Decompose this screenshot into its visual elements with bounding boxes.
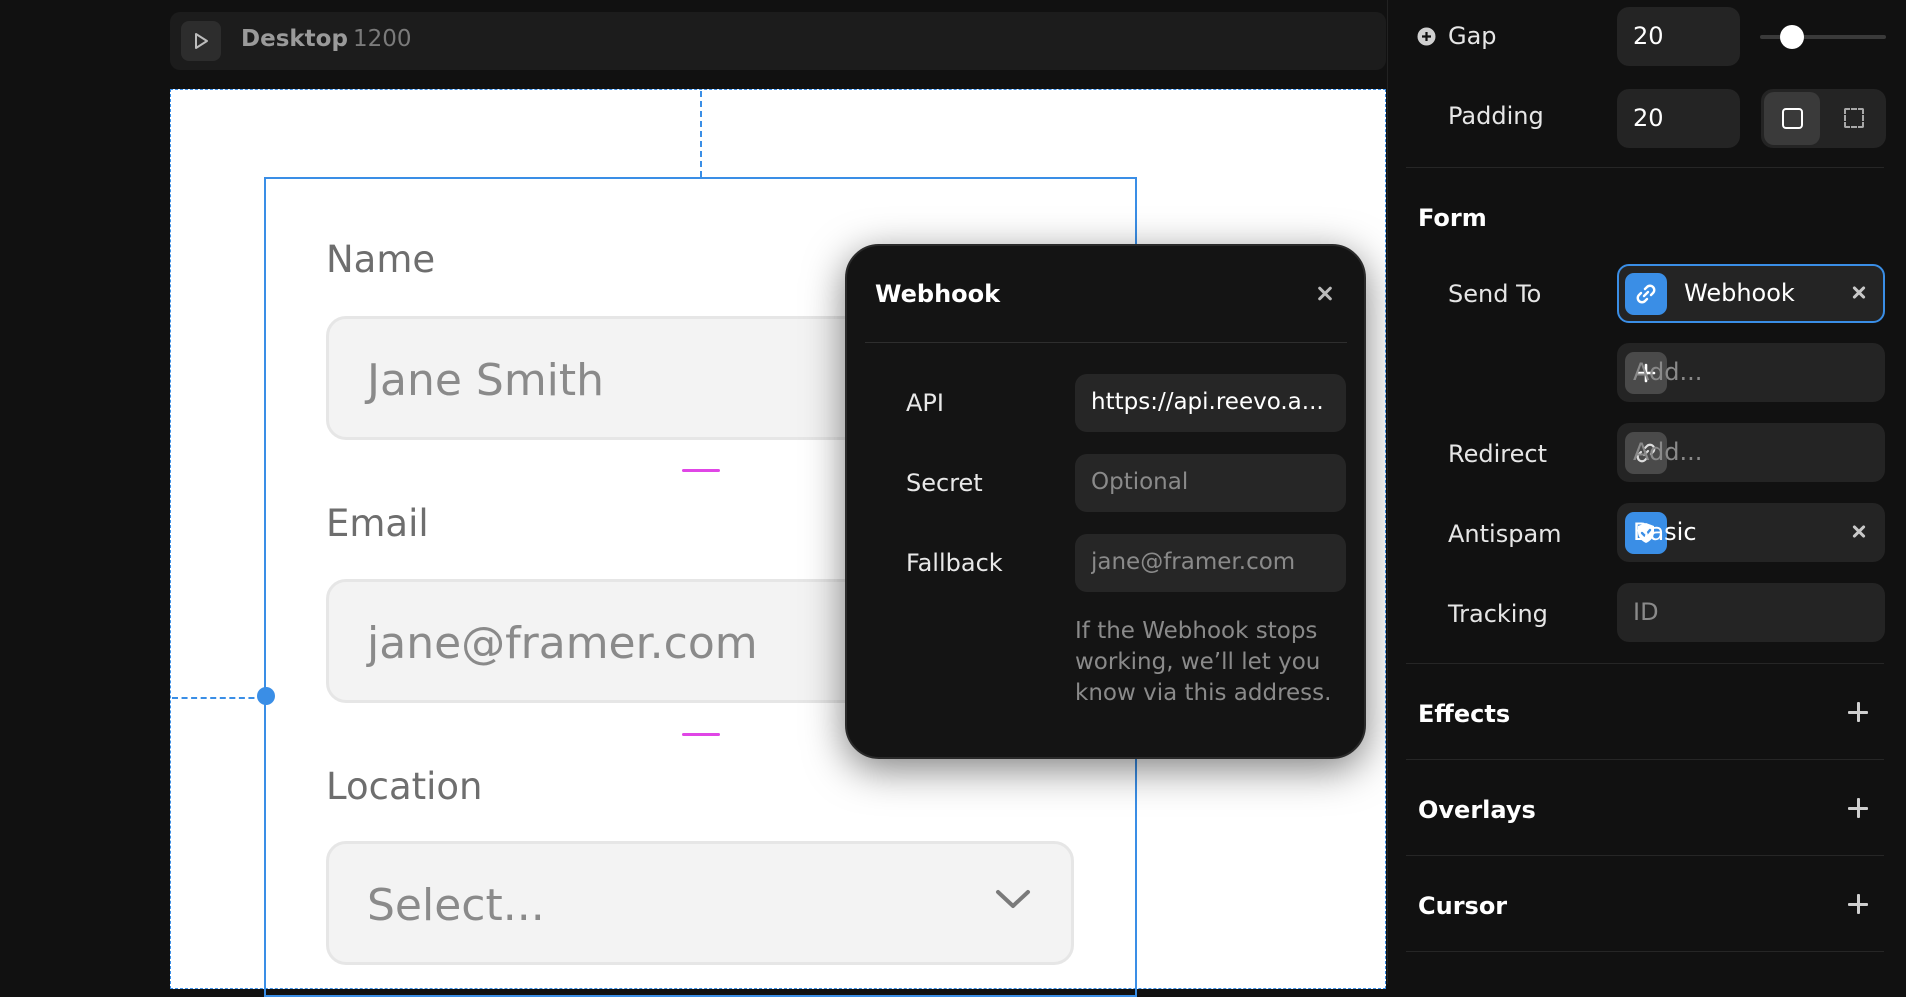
location-select[interactable]: Select...: [326, 841, 1074, 965]
name-input-placeholder: Jane Smith: [367, 355, 605, 406]
padding-mode-toggle[interactable]: [1761, 89, 1886, 148]
tracking-input[interactable]: ID: [1617, 583, 1885, 642]
divider: [1406, 759, 1884, 760]
gap-indicator: [682, 733, 720, 736]
close-icon[interactable]: [1849, 522, 1869, 542]
divider: [1406, 167, 1884, 168]
add-destination-field[interactable]: Add...: [1617, 343, 1885, 402]
gap-input[interactable]: 20: [1617, 7, 1740, 66]
redirect-label: Redirect: [1448, 440, 1547, 468]
email-field-label: Email: [326, 502, 429, 545]
add-circle-icon[interactable]: [1417, 27, 1436, 46]
form-section-title: Form: [1418, 204, 1487, 232]
fallback-label: Fallback: [906, 549, 1003, 577]
gap-slider-handle[interactable]: [1780, 25, 1804, 49]
redirect-field[interactable]: Add...: [1617, 423, 1885, 482]
gap-slider-track[interactable]: [1760, 35, 1886, 39]
padding-input[interactable]: 20: [1617, 89, 1740, 148]
resize-handle[interactable]: [257, 687, 275, 705]
breakpoint-name[interactable]: Desktop: [241, 26, 348, 52]
secret-input-placeholder: Optional: [1091, 469, 1189, 495]
add-cursor-plus-icon[interactable]: [1848, 894, 1868, 914]
send-to-value: Webhook: [1684, 279, 1795, 307]
add-destination-placeholder: Add...: [1633, 358, 1703, 386]
play-icon: [195, 33, 208, 49]
layout-guide-vertical: [700, 91, 702, 177]
add-effect-plus-icon[interactable]: [1848, 702, 1868, 722]
gap-indicator: [682, 469, 720, 472]
cursor-section-title[interactable]: Cursor: [1418, 892, 1507, 920]
location-field-label: Location: [326, 765, 483, 808]
overlays-section-title[interactable]: Overlays: [1418, 796, 1536, 824]
add-overlay-plus-icon[interactable]: [1848, 798, 1868, 818]
chevron-down-icon: [996, 890, 1030, 908]
link-icon: [1625, 273, 1667, 315]
gap-value: 20: [1633, 22, 1664, 50]
square-icon: [1782, 108, 1803, 129]
api-input-value: https://api.reevo.a...: [1091, 389, 1324, 415]
fallback-input[interactable]: jane@framer.com: [1075, 534, 1346, 592]
dashed-square-icon: [1844, 108, 1864, 128]
api-label: API: [906, 389, 944, 417]
api-input[interactable]: https://api.reevo.a...: [1075, 374, 1346, 432]
gap-label: Gap: [1448, 22, 1497, 50]
fallback-input-placeholder: jane@framer.com: [1091, 549, 1296, 575]
tracking-label: Tracking: [1448, 600, 1548, 628]
layout-guide-horizontal: [172, 697, 264, 699]
location-select-placeholder: Select...: [367, 880, 545, 931]
name-field-label: Name: [326, 238, 436, 281]
antispam-label: Antispam: [1448, 520, 1562, 548]
redirect-placeholder: Add...: [1633, 438, 1703, 466]
divider: [1406, 663, 1884, 664]
popover-title: Webhook: [875, 280, 1001, 308]
effects-section-title[interactable]: Effects: [1418, 700, 1510, 728]
secret-label: Secret: [906, 469, 983, 497]
fallback-hint: If the Webhook stops working, we’ll let …: [1075, 618, 1332, 706]
breakpoint-width: 1200: [353, 26, 412, 52]
padding-uniform-option[interactable]: [1764, 92, 1820, 145]
padding-label: Padding: [1448, 102, 1544, 130]
padding-value: 20: [1633, 104, 1664, 132]
email-input-placeholder: jane@framer.com: [367, 618, 758, 669]
preview-play-button[interactable]: [181, 21, 221, 61]
divider: [1406, 855, 1884, 856]
divider: [1406, 951, 1884, 952]
close-icon[interactable]: [1849, 283, 1869, 303]
send-to-chip[interactable]: Webhook: [1617, 264, 1885, 323]
secret-input[interactable]: Optional: [1075, 454, 1346, 512]
send-to-label: Send To: [1448, 280, 1542, 308]
antispam-value: Basic: [1633, 518, 1697, 546]
tracking-placeholder: ID: [1633, 598, 1659, 626]
close-icon[interactable]: [1313, 282, 1337, 306]
antispam-chip[interactable]: Basic: [1617, 503, 1885, 562]
divider: [865, 342, 1347, 343]
